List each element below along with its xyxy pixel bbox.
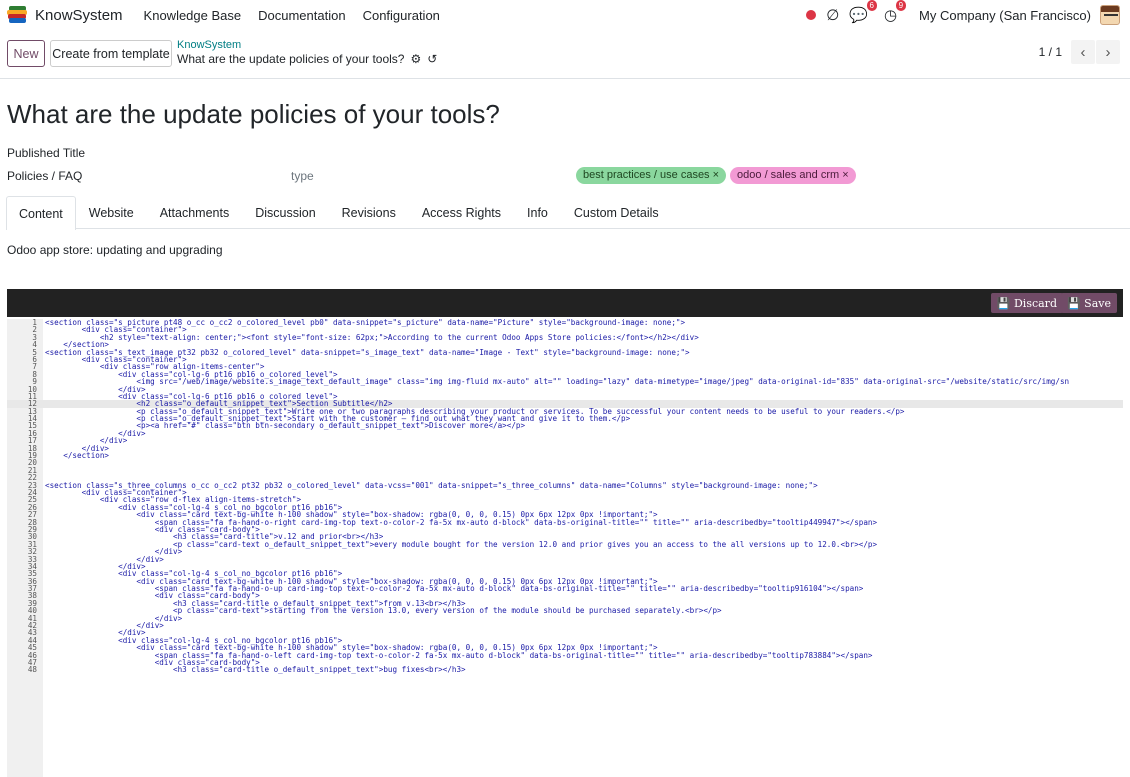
company-switcher[interactable]: My Company (San Francisco) — [919, 8, 1091, 23]
content-intro[interactable]: Odoo app store: updating and upgrading — [7, 243, 223, 257]
code-line[interactable]: 41 </div> — [7, 614, 1123, 622]
line-content[interactable]: <img src="/web/image/website.s_image_tex… — [45, 378, 1069, 386]
code-line[interactable]: 21 — [7, 466, 1123, 474]
menu-knowledge-base[interactable]: Knowledge Base — [144, 8, 242, 23]
status-dot-icon[interactable] — [806, 10, 817, 20]
tab-custom-details[interactable]: Custom Details — [561, 196, 672, 229]
tab-access-rights[interactable]: Access Rights — [409, 196, 514, 229]
chat-icon[interactable]: 💬 6 — [849, 0, 877, 24]
code-editor[interactable]: 1 <section class="s_picture pt48 o_cc o_c… — [7, 317, 1123, 777]
pager-value[interactable]: 1 / 1 — [1039, 45, 1062, 59]
app-brand[interactable]: KnowSystem — [7, 6, 144, 24]
type-field[interactable]: type — [291, 169, 314, 183]
activity-icon[interactable]: ◷ 9 — [884, 0, 907, 24]
line-content[interactable]: </section> — [45, 452, 109, 460]
code-line[interactable]: 33 </div> — [7, 555, 1123, 563]
tab-info[interactable]: Info — [514, 196, 561, 229]
control-panel: New Create from template KnowSystem What… — [0, 31, 1130, 79]
tag-odoo-sales-crm[interactable]: odoo / sales and crm × — [730, 167, 856, 184]
create-from-template-button[interactable]: Create from template — [50, 40, 172, 67]
breadcrumb-current: What are the update policies of your too… — [177, 51, 437, 67]
discard-button[interactable]: 💾 Discard — [990, 293, 1063, 313]
code-line[interactable]: 9 <img src="/web/image/website.s_image_t… — [7, 378, 1123, 386]
code-line[interactable]: 20 — [7, 459, 1123, 467]
editor-toolbar: 💾 Discard 💾 Save — [7, 289, 1123, 317]
code-line[interactable]: 32 </div> — [7, 548, 1123, 556]
pager-previous-icon[interactable]: ‹ — [1071, 40, 1095, 64]
systray: ∅ 💬 6 ◷ 9 My Company (San Francisco) — [806, 0, 1130, 30]
code-line[interactable]: 17 </div> — [7, 437, 1123, 445]
save-button[interactable]: 💾 Save — [1060, 293, 1117, 313]
line-content[interactable]: <h3 class="card-title o_default_snippet_… — [45, 666, 466, 674]
code-line[interactable]: 19 </section> — [7, 452, 1123, 460]
tab-revisions[interactable]: Revisions — [329, 196, 409, 229]
breadcrumb: KnowSystem What are the update policies … — [177, 39, 437, 67]
form-tabs: Content Website Attachments Discussion R… — [6, 196, 1130, 230]
line-number: 48 — [27, 665, 37, 675]
code-lines[interactable]: 1 <section class="s_picture pt48 o_cc o_c… — [7, 318, 1123, 675]
debug-icon[interactable]: ∅ — [826, 6, 839, 24]
tab-content[interactable]: Content — [6, 196, 76, 230]
article-title[interactable]: What are the update policies of your too… — [7, 99, 500, 130]
app-logo-icon — [7, 6, 27, 24]
user-avatar[interactable] — [1100, 5, 1120, 25]
new-button[interactable]: New — [7, 40, 45, 67]
code-line[interactable]: 15 <p><a href="#" class="btn btn-seconda… — [7, 422, 1123, 430]
discard-changes-icon[interactable]: ↺ — [427, 51, 437, 67]
save-label: Save — [1084, 296, 1111, 310]
chat-badge: 6 — [866, 0, 877, 11]
code-line[interactable]: 48 <h3 class="card-title o_default_snipp… — [7, 665, 1123, 675]
breadcrumb-current-label: What are the update policies of your too… — [177, 52, 405, 66]
tab-attachments[interactable]: Attachments — [147, 196, 242, 229]
activity-badge: 9 — [895, 0, 907, 11]
gear-icon[interactable]: ⚙ — [410, 51, 421, 67]
discard-label: Discard — [1013, 296, 1057, 310]
pager-next-icon[interactable]: › — [1096, 40, 1120, 64]
tags-field: best practices / use cases × odoo / sale… — [576, 167, 860, 184]
top-navbar: KnowSystem Knowledge Base Documentation … — [0, 0, 1130, 30]
pager: 1 / 1 ‹ › — [1039, 40, 1120, 64]
code-line[interactable]: 42 </div> — [7, 621, 1123, 629]
code-line[interactable]: 18 </div> — [7, 444, 1123, 452]
published-title-label: Published Title — [7, 146, 86, 160]
tab-discussion[interactable]: Discussion — [242, 196, 328, 229]
line-content[interactable]: <h2 style="text-align: center;"><font st… — [45, 333, 699, 341]
code-line[interactable]: 16 </div> — [7, 429, 1123, 437]
app-name[interactable]: KnowSystem — [35, 7, 123, 24]
category-field[interactable]: Policies / FAQ — [7, 169, 82, 183]
menu-documentation[interactable]: Documentation — [258, 8, 345, 23]
menu-configuration[interactable]: Configuration — [363, 8, 440, 23]
code-line[interactable]: 3 <h2 style="text-align: center;"><font … — [7, 333, 1123, 341]
breadcrumb-parent-link[interactable]: KnowSystem — [177, 39, 437, 51]
tag-best-practices[interactable]: best practices / use cases × — [576, 167, 727, 184]
tab-website[interactable]: Website — [76, 196, 147, 229]
